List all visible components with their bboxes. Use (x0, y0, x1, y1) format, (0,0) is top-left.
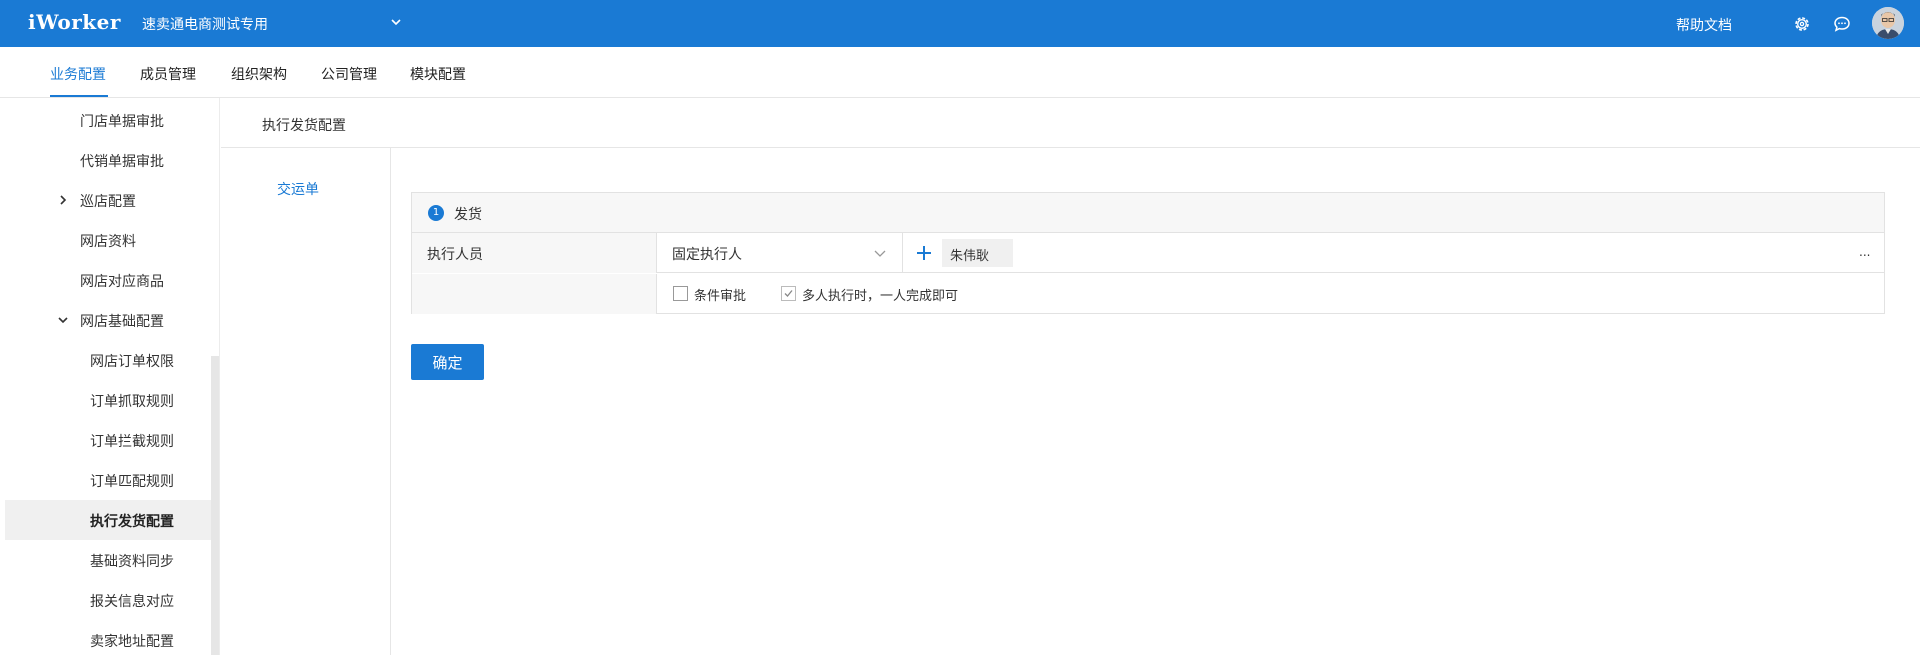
executor-label: 执行人员 (427, 247, 483, 263)
executor-tag[interactable]: 朱伟耿 (942, 239, 1013, 267)
subnav-item-shipping-order[interactable]: 交运单 (277, 179, 319, 199)
sidebar-item-shipping-config[interactable]: 执行发货配置 (5, 500, 211, 540)
executor-type-value: 固定执行人 (672, 247, 742, 263)
primary-nav: 业务配置 成员管理 组织架构 公司管理 模块配置 (0, 47, 1920, 98)
gear-icon[interactable] (1792, 14, 1812, 34)
breadcrumb: 执行发货配置 (221, 98, 1920, 148)
chat-icon[interactable] (1832, 14, 1852, 34)
executor-label-cell: 执行人员 (412, 233, 657, 273)
single-completion-checkbox[interactable] (781, 286, 796, 301)
executor-row: 执行人员 固定执行人 朱伟耿 ... (412, 233, 1884, 273)
sidebar-item-order-match-rules[interactable]: 订单匹配规则 (0, 460, 211, 500)
top-bar: iWorker 速卖通电商测试专用 帮助文档 (0, 0, 1920, 47)
sidebar-item-order-intercept-rules[interactable]: 订单拦截规则 (0, 420, 211, 460)
panel-header: 1 发货 (412, 193, 1884, 233)
sidebar-item-online-store-base-config[interactable]: 网店基础配置 (0, 300, 211, 340)
sidebar-item-seller-address-config[interactable]: 卖家地址配置 (0, 620, 211, 655)
tab-business-config[interactable]: 业务配置 (50, 64, 106, 84)
active-tab-indicator (50, 95, 108, 97)
shipping-config-panel: 1 发货 执行人员 固定执行人 朱伟耿 ... 条件审批 多人执行时，一人完成即… (411, 192, 1885, 314)
sidebar-item-online-store-products[interactable]: 网店对应商品 (0, 260, 211, 300)
tab-module-config[interactable]: 模块配置 (410, 64, 466, 84)
options-label-cell (412, 274, 657, 314)
panel-title: 发货 (454, 207, 482, 223)
tab-member-management[interactable]: 成员管理 (140, 64, 196, 84)
executor-tag-label: 朱伟耿 (950, 249, 990, 264)
company-selector-label[interactable]: 速卖通电商测试专用 (142, 14, 268, 34)
checkmark-icon (784, 290, 793, 297)
avatar[interactable] (1872, 7, 1904, 39)
sidebar-item-order-permission[interactable]: 网店订单权限 (0, 340, 211, 380)
chevron-right-icon (60, 195, 67, 205)
sidebar: 门店单据审批 代销单据审批 巡店配置 网店资料 网店对应商品 网店基础配置 网店… (0, 98, 220, 655)
logo[interactable]: iWorker (28, 10, 121, 34)
page-title: 执行发货配置 (262, 118, 346, 134)
step-number-badge: 1 (428, 205, 444, 221)
sidebar-item-consignment-approval[interactable]: 代销单据审批 (0, 140, 211, 180)
chevron-down-icon[interactable] (389, 15, 403, 29)
single-completion-label: 多人执行时，一人完成即可 (802, 289, 959, 304)
tab-company-management[interactable]: 公司管理 (321, 64, 377, 84)
tab-org-structure[interactable]: 组织架构 (231, 64, 287, 84)
conditional-approval-checkbox[interactable] (673, 286, 688, 301)
sidebar-item-online-store-info[interactable]: 网店资料 (0, 220, 211, 260)
more-options[interactable]: ... (1859, 245, 1870, 259)
sidebar-scrollbar[interactable] (211, 356, 219, 655)
add-executor-icon[interactable] (916, 245, 932, 261)
chevron-down-icon (58, 317, 68, 324)
help-docs-link[interactable]: 帮助文档 (1676, 15, 1732, 35)
sub-nav: 交运单 (221, 148, 391, 655)
chevron-down-icon (874, 250, 886, 257)
sidebar-item-store-patrol-config[interactable]: 巡店配置 (0, 180, 211, 220)
sidebar-item-store-document-approval[interactable]: 门店单据审批 (0, 100, 211, 140)
confirm-button[interactable]: 确定 (411, 344, 484, 380)
conditional-approval-label: 条件审批 (694, 289, 747, 304)
executor-type-select[interactable]: 固定执行人 (657, 233, 903, 273)
sidebar-item-customs-mapping[interactable]: 报关信息对应 (0, 580, 211, 620)
options-row: 条件审批 多人执行时，一人完成即可 (412, 274, 1884, 314)
sidebar-item-order-fetch-rules[interactable]: 订单抓取规则 (0, 380, 211, 420)
sidebar-item-base-data-sync[interactable]: 基础资料同步 (0, 540, 211, 580)
